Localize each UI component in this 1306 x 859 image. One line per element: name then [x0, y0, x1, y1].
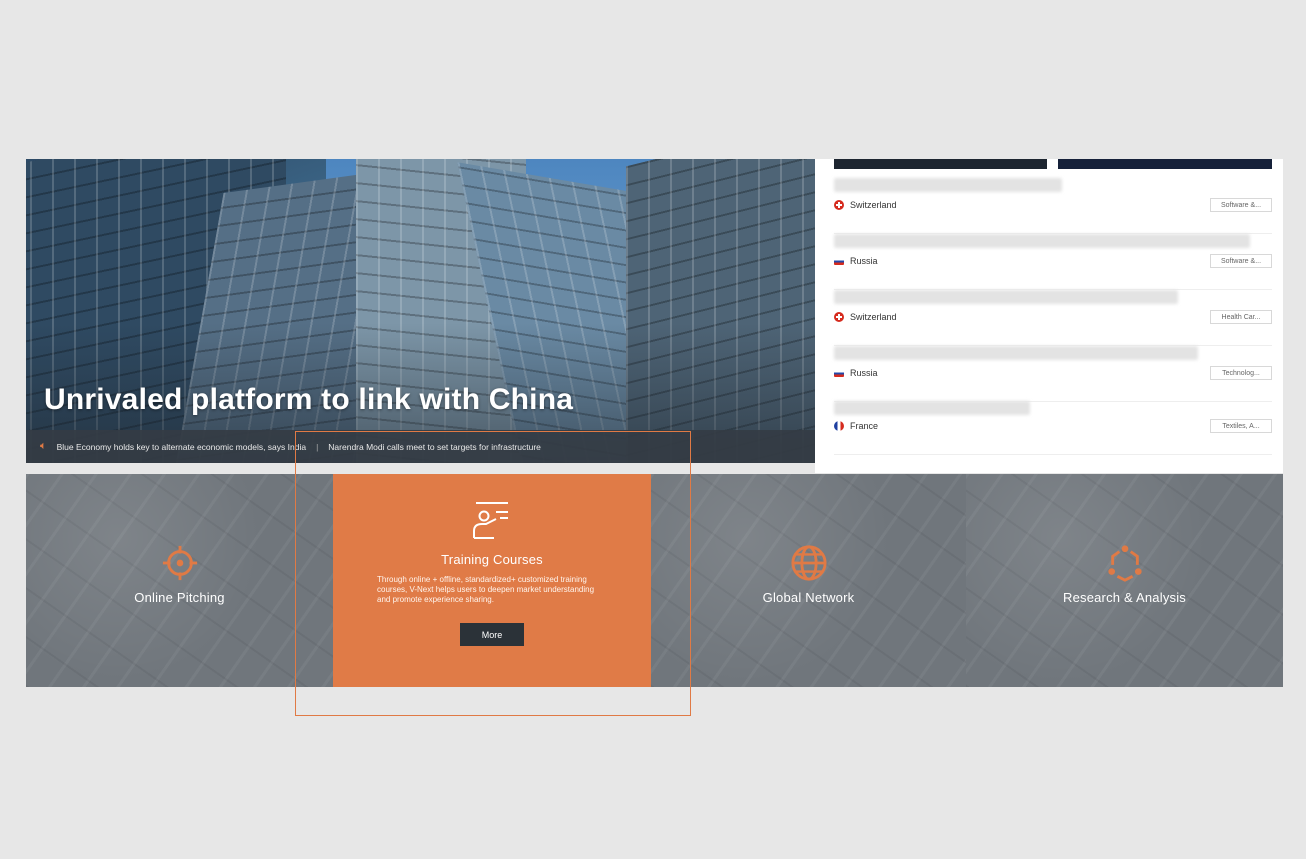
news-ticker: 🔈︎ Blue Economy holds key to alternate e…	[26, 430, 815, 463]
feature-band: Online Pitching Training Courses Through…	[26, 474, 1283, 687]
news-country: Switzerland	[834, 312, 897, 322]
news-headline-blurred	[834, 346, 1198, 360]
flag-russia-icon	[834, 257, 844, 265]
news-country: France	[834, 421, 878, 431]
news-country: Russia	[834, 368, 878, 378]
feature-title: Online Pitching	[134, 590, 225, 605]
news-thumbnails	[834, 159, 1272, 169]
ticker-item[interactable]: Blue Economy holds key to alternate econ…	[57, 442, 306, 452]
news-list: Switzerland Software &... Russia Softwar…	[815, 159, 1283, 473]
category-tag[interactable]: Software &...	[1210, 198, 1272, 212]
network-nodes-icon	[1107, 545, 1142, 582]
category-tag[interactable]: Software &...	[1210, 254, 1272, 268]
country-label: Russia	[850, 368, 878, 378]
category-tag[interactable]: Textiles, A...	[1210, 419, 1272, 433]
news-item[interactable]: Russia Technolog...	[834, 346, 1272, 402]
news-country: Russia	[834, 256, 878, 266]
feature-global-network[interactable]: Global Network	[651, 474, 966, 687]
feature-title: Training Courses	[441, 552, 543, 567]
country-label: France	[850, 421, 879, 431]
category-tag[interactable]: Technolog...	[1210, 366, 1272, 380]
news-item[interactable]: Russia Software &...	[834, 234, 1272, 290]
feature-description: Through online + offline, standardized+ …	[377, 575, 595, 604]
news-headline-blurred	[834, 401, 1030, 415]
news-country: Switzerland	[834, 200, 897, 210]
news-item[interactable]: France Textiles, A...	[834, 399, 1272, 455]
news-thumbnail[interactable]	[834, 159, 1047, 169]
category-tag[interactable]: Health Car...	[1210, 310, 1272, 324]
news-headline-blurred	[834, 178, 1062, 192]
news-item[interactable]: Switzerland Software &...	[834, 178, 1272, 234]
news-item[interactable]: Switzerland Health Car...	[834, 290, 1272, 346]
globe-icon	[790, 545, 827, 581]
flag-switzerland-icon	[834, 312, 844, 322]
more-button[interactable]: More	[460, 623, 524, 646]
hero-title: Unrivaled platform to link with China	[44, 383, 574, 416]
news-thumbnail[interactable]	[1058, 159, 1272, 169]
presenter-icon	[473, 502, 508, 539]
flag-russia-icon	[834, 369, 844, 377]
country-label: Switzerland	[850, 312, 897, 322]
ticker-item[interactable]: Narendra Modi calls meet to set targets …	[328, 442, 541, 452]
feature-title: Global Network	[762, 590, 855, 605]
flag-switzerland-icon	[834, 200, 844, 210]
feature-training-courses[interactable]: Training Courses Through online + offlin…	[333, 474, 651, 687]
news-headline-blurred	[834, 290, 1178, 304]
hero-banner[interactable]: Unrivaled platform to link with China 🔈︎…	[26, 159, 815, 463]
flag-france-icon	[834, 421, 844, 431]
news-headline-blurred	[834, 234, 1250, 248]
speaker-icon: 🔈︎	[40, 440, 47, 452]
feature-research-analysis[interactable]: Research & Analysis	[966, 474, 1283, 687]
country-label: Switzerland	[850, 200, 897, 210]
target-icon	[162, 545, 197, 581]
ticker-separator: |	[316, 441, 319, 452]
country-label: Russia	[850, 256, 878, 266]
feature-title: Research & Analysis	[1062, 590, 1187, 605]
feature-online-pitching[interactable]: Online Pitching	[26, 474, 333, 687]
